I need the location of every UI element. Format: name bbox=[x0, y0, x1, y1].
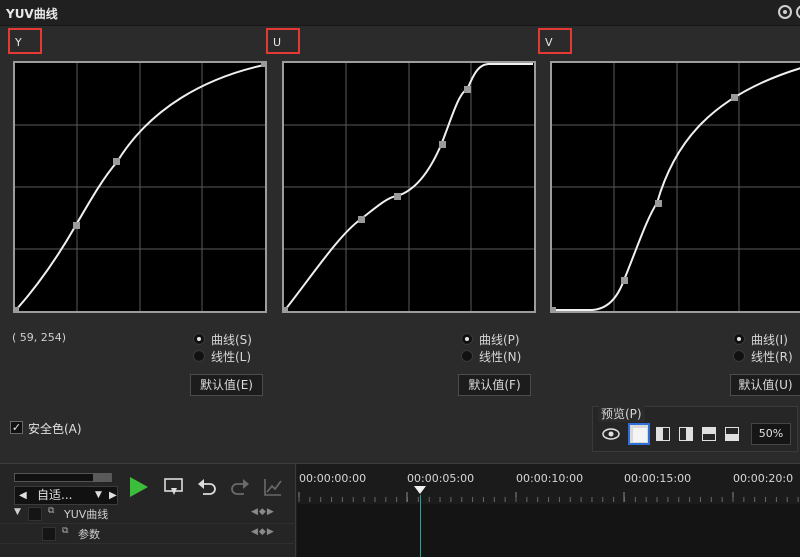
track-icon: ⧉ bbox=[48, 506, 55, 516]
control-point[interactable] bbox=[464, 86, 471, 93]
control-point[interactable] bbox=[284, 307, 288, 311]
split-top-icon[interactable] bbox=[698, 423, 720, 445]
radio-curve-u[interactable]: 曲线(P) bbox=[461, 330, 531, 348]
track-row-params[interactable]: ⧉ 参数 ◀◆▶ bbox=[0, 524, 296, 544]
keyframe-nav[interactable]: ◀◆▶ bbox=[251, 507, 275, 517]
radio-dot bbox=[461, 333, 473, 345]
track-toggle[interactable] bbox=[28, 507, 42, 521]
track-icon: ⧉ bbox=[62, 526, 69, 536]
nav-left-icon[interactable]: ◀ bbox=[19, 487, 27, 504]
default-button-v[interactable]: 默认值(U) bbox=[730, 374, 800, 396]
play-icon[interactable] bbox=[127, 475, 151, 499]
curve-y-svg[interactable] bbox=[15, 63, 265, 311]
control-point[interactable] bbox=[261, 63, 265, 67]
split-bottom-icon[interactable] bbox=[721, 423, 743, 445]
track-row-yuv[interactable]: ▼ ⧉ YUV曲线 ◀◆▶ bbox=[0, 504, 296, 524]
radio-linear-u[interactable]: 线性(N) bbox=[461, 347, 531, 365]
control-point[interactable] bbox=[358, 216, 365, 223]
keyframe-nav[interactable]: ◀◆▶ bbox=[251, 527, 275, 537]
radio-curve-y[interactable]: 曲线(S) bbox=[193, 330, 263, 348]
radio-linear-y[interactable]: 线性(L) bbox=[193, 347, 263, 365]
curve-graph-y[interactable] bbox=[13, 61, 267, 313]
curve-graph-v[interactable] bbox=[550, 61, 800, 313]
control-point[interactable] bbox=[731, 94, 738, 101]
timecode-label: 00:00:10:00 bbox=[516, 472, 584, 485]
zoom-percent[interactable]: 50% bbox=[751, 423, 791, 445]
radio-dot bbox=[461, 350, 473, 362]
default-button-y[interactable]: 默认值(E) bbox=[190, 374, 263, 396]
cursor-coordinates: ( 59, 254) bbox=[12, 331, 67, 344]
control-point[interactable] bbox=[655, 200, 662, 207]
radio-dot bbox=[733, 333, 745, 345]
timecode-label: 00:00:15:00 bbox=[624, 472, 692, 485]
radio-dot bbox=[733, 350, 745, 362]
control-point[interactable] bbox=[15, 307, 19, 311]
settings-icon[interactable] bbox=[778, 5, 792, 19]
graph-icon[interactable] bbox=[261, 475, 285, 499]
channel-label-v: V bbox=[538, 28, 572, 54]
eye-icon[interactable] bbox=[600, 423, 622, 445]
track-name: 参数 bbox=[78, 528, 100, 541]
radio-dot bbox=[193, 350, 205, 362]
window-title: YUV曲线 bbox=[6, 7, 58, 21]
split-right-icon[interactable] bbox=[675, 423, 697, 445]
title-bar bbox=[0, 0, 800, 26]
control-point[interactable] bbox=[113, 158, 120, 165]
control-point[interactable] bbox=[552, 307, 556, 311]
control-point[interactable] bbox=[394, 193, 401, 200]
safe-color-label: 安全色(A) bbox=[28, 422, 82, 436]
curve-graph-u[interactable] bbox=[282, 61, 536, 313]
curve-u-svg[interactable] bbox=[284, 63, 534, 311]
channel-label-u: U bbox=[266, 28, 300, 54]
radio-linear-v[interactable]: 线性(R) bbox=[733, 347, 800, 365]
timecode-label: 00:00:20:0 bbox=[733, 472, 794, 485]
preview-full-icon[interactable] bbox=[628, 423, 650, 445]
default-button-u[interactable]: 默认值(F) bbox=[458, 374, 531, 396]
nav-right-icon[interactable]: ▶ bbox=[109, 487, 117, 504]
expand-icon[interactable]: ▼ bbox=[14, 507, 21, 517]
track-toggle[interactable] bbox=[42, 527, 56, 541]
preview-label: 预览(P) bbox=[598, 405, 645, 422]
split-left-icon[interactable] bbox=[652, 423, 674, 445]
loop-play-icon[interactable] bbox=[162, 475, 186, 499]
view-select[interactable]: ◀ 自适... ▼ ▶ bbox=[14, 486, 118, 505]
track-lanes[interactable] bbox=[297, 504, 800, 557]
playhead-marker[interactable] bbox=[414, 486, 426, 494]
channel-label-y: Y bbox=[8, 28, 42, 54]
radio-curve-v[interactable]: 曲线(I) bbox=[733, 330, 800, 348]
control-point[interactable] bbox=[621, 277, 628, 284]
timecode-label: 00:00:00:00 bbox=[299, 472, 367, 485]
control-point[interactable] bbox=[73, 222, 80, 229]
timecode-label: 00:00:05:00 bbox=[407, 472, 475, 485]
safe-color-checkbox[interactable]: ✓ bbox=[10, 421, 23, 434]
curve-v-svg[interactable] bbox=[552, 63, 800, 311]
track-name: YUV曲线 bbox=[64, 508, 109, 521]
undo-icon[interactable] bbox=[195, 475, 219, 499]
radio-dot bbox=[193, 333, 205, 345]
playhead-line[interactable] bbox=[420, 495, 421, 557]
scrollbar-thumb[interactable] bbox=[93, 473, 111, 482]
chevron-down-icon[interactable]: ▼ bbox=[95, 487, 102, 504]
control-point[interactable] bbox=[439, 141, 446, 148]
redo-icon[interactable] bbox=[228, 475, 252, 499]
